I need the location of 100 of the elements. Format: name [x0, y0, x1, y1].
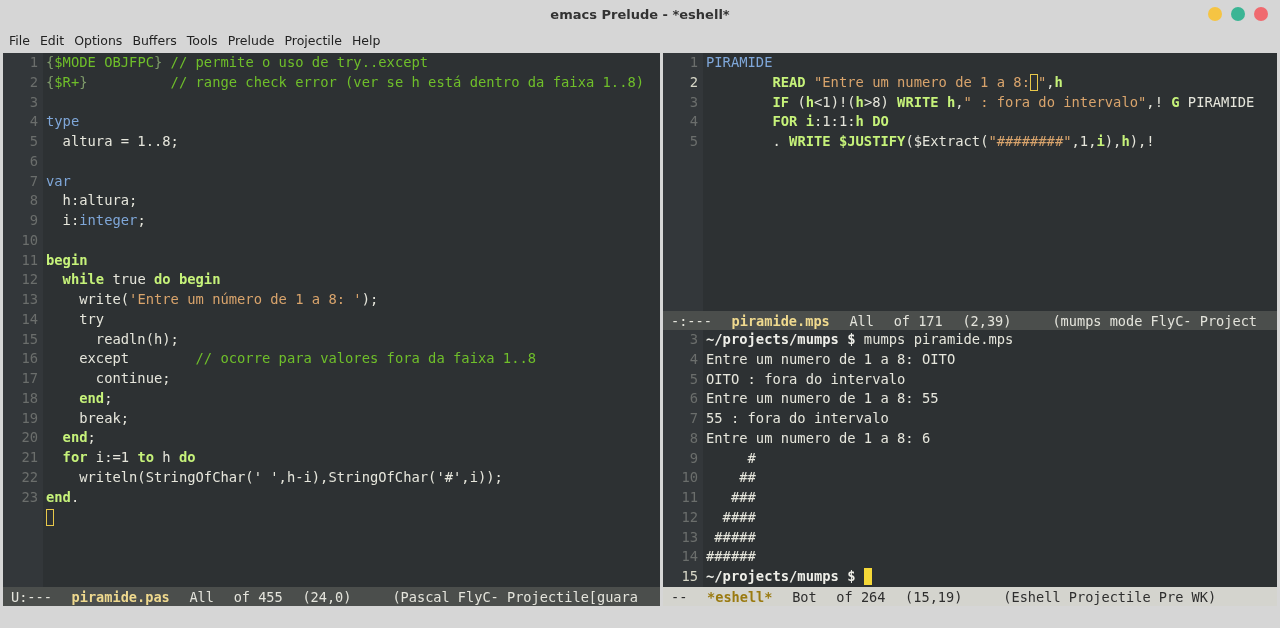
line-number: 15: [21, 329, 39, 349]
code-line: Entre um numero de 1 a 8: 6: [705, 428, 931, 448]
line-number: 12: [21, 270, 39, 290]
code-line: Entre um numero de 1 a 8: OITO: [705, 349, 956, 369]
code-line: end;: [61, 428, 96, 448]
code-line: {$R+} // range check error (ver se h está dentro da faixa 1..8): [45, 72, 645, 92]
line-number: 6: [689, 389, 699, 409]
code-line: #####: [713, 527, 756, 547]
code-line: begin: [45, 250, 88, 270]
line-number: 3: [689, 92, 699, 112]
line-number: 15: [681, 567, 699, 586]
mode-line-text: All: [189, 588, 214, 605]
line-number: 14: [21, 309, 39, 329]
code-line: type: [45, 112, 80, 132]
line-number: 4: [29, 112, 39, 132]
code-line: continue;: [94, 369, 171, 388]
menu-item[interactable]: Options: [69, 33, 128, 48]
menu-item[interactable]: Prelude: [222, 33, 280, 48]
code-line: READ "Entre um numero de 1 a 8: ",h: [771, 72, 1063, 93]
line-number: 14: [681, 547, 699, 567]
line-number: 5: [689, 369, 699, 389]
line-number: 8: [29, 191, 39, 211]
menu-item[interactable]: Help: [346, 33, 386, 48]
menu-item[interactable]: Edit: [34, 33, 70, 48]
menu-item[interactable]: File: [4, 33, 35, 48]
line-number: 8: [689, 428, 699, 448]
code-line: writeln(StringOfChar(' ',h-i),StringOfChar('#',i));: [78, 467, 503, 487]
menu-item[interactable]: Tools: [181, 33, 223, 48]
line-number: 7: [29, 171, 39, 191]
code-line: except // ocorre para valores fora da faixa 1..8: [78, 349, 537, 369]
line-number: 11: [21, 250, 39, 270]
code-line: h:altura;: [61, 191, 138, 211]
code-line: FOR i:1:1:h DO: [771, 112, 889, 132]
buffer-name: *eshell*: [707, 588, 773, 605]
mode-line-text: -:---: [671, 312, 712, 329]
line-number: 13: [21, 290, 39, 309]
code-line: ##: [738, 468, 756, 488]
line-number: 5: [29, 132, 39, 151]
line-number: 17: [21, 369, 39, 388]
code-line: #: [746, 448, 756, 468]
code-line: PIRAMIDE: [705, 53, 773, 72]
mode-line-text: (2,39): [962, 312, 1012, 329]
menu-item[interactable]: Projectile: [279, 33, 347, 48]
line-number: 5: [689, 132, 699, 151]
code-line: end;: [78, 388, 113, 408]
code-line: break;: [78, 408, 130, 428]
code-line: . WRITE $JUSTIFY($Extract("########",1,i),h),!: [771, 132, 1155, 151]
window-control[interactable]: [1231, 7, 1245, 21]
window-control[interactable]: [1254, 7, 1268, 21]
code-line: while true do begin: [61, 270, 221, 290]
code-line: ####: [721, 507, 756, 527]
line-number: 3: [689, 330, 699, 349]
window-title: emacs Prelude - *eshell*: [550, 6, 730, 22]
code-line: IF (h<1)!(h>8) WRITE h," : fora do intervalo",! G PIRAMIDE: [771, 92, 1255, 112]
line-number: 4: [689, 112, 699, 132]
code-line: readln(h);: [94, 329, 179, 349]
code-line: ###: [729, 488, 756, 507]
line-number: 9: [29, 211, 39, 230]
line-number: 10: [681, 468, 699, 488]
line-number: 6: [29, 151, 39, 171]
mode-line-text: (mumps mode FlyC- Project: [1052, 312, 1257, 329]
line-number: 1: [689, 53, 699, 72]
line-number: 18: [21, 388, 39, 408]
line-number: 19: [21, 408, 39, 428]
line-number: 11: [681, 488, 699, 507]
code-line: OITO : fora do intervalo: [705, 369, 906, 389]
menu-item[interactable]: Buffers: [127, 33, 182, 48]
code-line: var: [45, 171, 71, 191]
code-line: ~/projects/mumps $: [703, 567, 872, 587]
code-line: i:integer;: [61, 211, 146, 230]
text-cursor: [46, 508, 54, 526]
line-number: 2: [29, 72, 39, 92]
mode-line-text: (24,0): [302, 588, 352, 605]
mode-line-text: (15,19): [905, 588, 963, 605]
line-number: 9: [689, 448, 699, 468]
code-line: try: [78, 309, 105, 329]
line-number: 16: [21, 349, 39, 369]
mode-line-text: All: [849, 312, 874, 329]
line-number: 22: [21, 467, 39, 487]
line-number: 2: [689, 72, 699, 92]
line-number: 12: [681, 507, 699, 527]
line-number: 4: [689, 349, 699, 369]
mode-line-text: U:---: [11, 588, 52, 605]
line-number: 20: [21, 428, 39, 448]
code-line: {$MODE OBJFPC} // permite o uso de try..except: [45, 53, 429, 72]
code-line: for i:=1 to h do: [61, 448, 196, 467]
mode-line-text: of 171: [893, 312, 943, 329]
code-line: 55 : fora do intervalo: [705, 409, 889, 428]
mode-line-text: (Eshell Projectile Pre WK): [1003, 588, 1217, 605]
line-number: 13: [681, 527, 699, 547]
mode-line-text: of 264: [836, 588, 886, 605]
line-number: 1: [29, 53, 39, 72]
mode-line-text: (Pascal FlyC- Projectile[guara: [392, 588, 638, 605]
line-number: 23: [21, 487, 39, 507]
code-line: end.: [45, 487, 80, 507]
mode-line-text: of 455: [233, 588, 283, 605]
line-number: 3: [29, 92, 39, 112]
code-line: write('Entre um número de 1 a 8: ');: [78, 290, 379, 309]
line-number: 21: [21, 448, 39, 467]
window-control[interactable]: [1208, 7, 1222, 21]
